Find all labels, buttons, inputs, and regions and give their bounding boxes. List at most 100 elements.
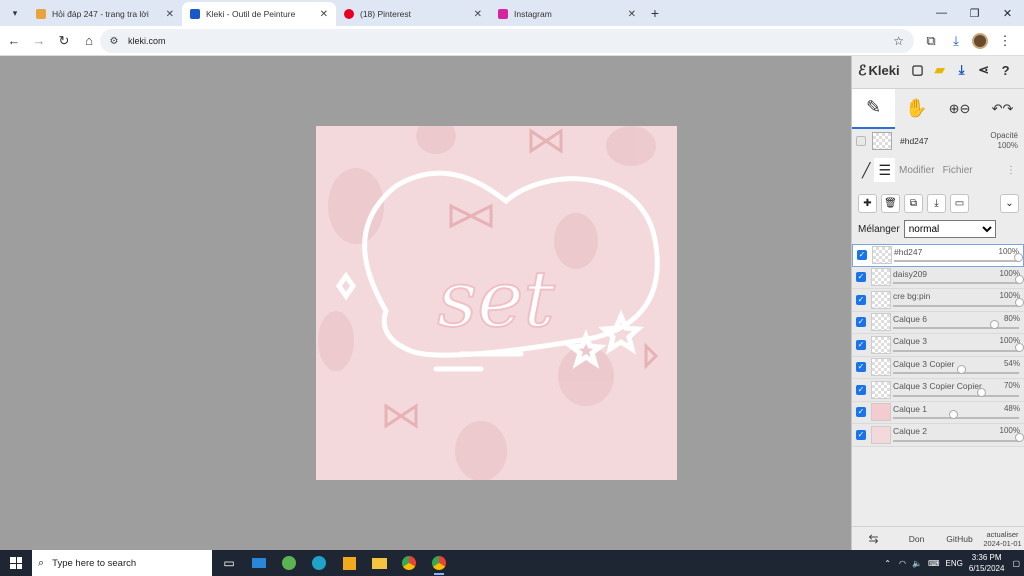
extensions-icon[interactable]: ⧉ [919, 29, 943, 53]
bookmark-star-icon[interactable]: ☆ [893, 34, 904, 48]
store-app-icon[interactable] [334, 550, 364, 576]
downloads-icon[interactable]: ⤓ [944, 29, 968, 53]
new-image-icon[interactable]: ▢ [908, 60, 928, 80]
layer-visibility-checkbox[interactable]: ✓ [857, 250, 867, 261]
layer-menu-chevron-down-icon[interactable]: ⌄ [1000, 193, 1019, 213]
delete-layer-icon[interactable]: 🗑 [881, 193, 900, 213]
layer-visibility-checkbox[interactable]: ✓ [856, 339, 866, 350]
task-view-icon[interactable]: ▭ [214, 550, 244, 576]
github-link[interactable]: GitHub [938, 534, 981, 544]
undo-redo-icon[interactable]: ↶↷ [981, 89, 1024, 129]
forward-button[interactable]: → [27, 29, 51, 53]
lock-checkbox[interactable] [856, 136, 866, 146]
layer-visibility-checkbox[interactable]: ✓ [856, 317, 866, 328]
slider-handle[interactable] [989, 320, 999, 329]
brush-panel-tab-icon[interactable]: ╱ [858, 158, 874, 182]
blend-mode-select[interactable]: normal [903, 220, 996, 238]
tab-modifier[interactable]: Modifier [895, 158, 939, 182]
swap-panel-icon[interactable]: ⇆ [852, 532, 895, 546]
layer-visibility-checkbox[interactable]: ✓ [856, 429, 866, 440]
layer-visibility-checkbox[interactable]: ✓ [856, 384, 866, 395]
profile-avatar[interactable] [972, 33, 988, 49]
layer-row[interactable]: ✓ Calque 3 Copier Copier 70% [852, 379, 1024, 402]
save-download-icon[interactable]: ⤓ [952, 60, 972, 80]
hand-tool-icon[interactable]: ✋ [895, 89, 938, 129]
slider-handle[interactable] [949, 410, 959, 419]
layer-visibility-checkbox[interactable]: ✓ [856, 407, 866, 418]
close-tab-icon[interactable]: ✕ [166, 9, 174, 20]
wifi-icon[interactable]: ◠ [899, 559, 906, 568]
slider-handle[interactable] [977, 387, 987, 397]
game-app-icon[interactable] [274, 550, 304, 576]
layer-row[interactable]: ✓ #hd247 100% [852, 244, 1024, 267]
layer-row[interactable]: ✓ Calque 2 100% [852, 424, 1024, 447]
slider-handle[interactable] [1015, 432, 1024, 442]
more-options-icon[interactable]: ⋮ [1002, 158, 1020, 182]
restore-button[interactable]: ❐ [958, 0, 991, 26]
reload-button[interactable]: ↻ [52, 29, 76, 53]
browser-tab-instagram[interactable]: Instagram ✕ [490, 2, 644, 26]
slider-handle[interactable] [1015, 297, 1024, 307]
layer-row[interactable]: ✓ Calque 3 Copier 54% [852, 356, 1024, 379]
site-info-icon[interactable]: ⚙ [106, 34, 122, 48]
close-window-button[interactable]: ✕ [991, 0, 1024, 26]
add-layer-icon[interactable]: ✚ [858, 193, 877, 213]
address-bar[interactable]: ⚙ kleki.com ☆ [100, 29, 914, 53]
merge-down-icon[interactable]: ⤓ [927, 193, 946, 213]
drawing-canvas[interactable]: set [316, 126, 677, 480]
browser-menu-icon[interactable]: ⋮ [993, 29, 1017, 53]
zoom-in-out-icon[interactable]: ⊕⊖ [938, 89, 981, 129]
notifications-icon[interactable]: ▢ [1012, 559, 1020, 568]
layer-visibility-checkbox[interactable]: ✓ [856, 294, 866, 305]
share-icon[interactable]: ⋖ [974, 60, 994, 80]
layer-opacity-slider[interactable] [893, 387, 1019, 397]
layer-row[interactable]: ✓ Calque 1 48% [852, 401, 1024, 424]
slider-handle[interactable] [1014, 252, 1023, 262]
clock[interactable]: 3:36 PM 6/15/2024 [969, 552, 1005, 574]
mail-app-icon[interactable] [244, 550, 274, 576]
layer-opacity-slider[interactable] [893, 365, 1019, 374]
tab-search-button[interactable]: ▾ [4, 2, 26, 24]
layer-visibility-checkbox[interactable]: ✓ [856, 362, 866, 373]
layers-panel-tab-icon[interactable]: ☰ [874, 158, 895, 182]
keyboard-icon[interactable]: ⌨ [928, 559, 940, 568]
layer-opacity-slider[interactable] [893, 297, 1024, 307]
rename-layer-icon[interactable]: ▭ [950, 193, 969, 213]
taskbar-search[interactable]: ⌕ Type here to search [32, 550, 212, 576]
language-indicator[interactable]: ENG [946, 559, 963, 568]
tab-fichier[interactable]: Fichier [939, 158, 977, 182]
layer-visibility-checkbox[interactable]: ✓ [856, 272, 866, 283]
update-info[interactable]: actualiser 2024-01-01 [981, 530, 1024, 548]
close-tab-icon[interactable]: ✕ [474, 9, 482, 20]
layer-row[interactable]: ✓ Calque 3 100% [852, 334, 1024, 357]
duplicate-layer-icon[interactable]: ⧉ [904, 193, 923, 213]
slider-handle[interactable] [1015, 342, 1024, 352]
layer-opacity-slider[interactable] [893, 342, 1024, 352]
open-folder-icon[interactable]: ▰ [930, 60, 950, 80]
file-explorer-icon[interactable] [364, 550, 394, 576]
help-icon[interactable]: ? [996, 60, 1016, 80]
start-button[interactable] [0, 550, 32, 576]
brush-tool-icon[interactable]: ✎ [852, 88, 895, 129]
chrome-profile-app-icon[interactable] [424, 550, 454, 576]
slider-handle[interactable] [957, 365, 967, 374]
back-button[interactable]: ← [2, 29, 26, 53]
layer-row[interactable]: ✓ daisy209 100% [852, 266, 1024, 289]
browser-tab-kleki[interactable]: Kleki - Outil de Peinture ✕ [182, 2, 336, 26]
new-tab-button[interactable]: + [644, 2, 666, 24]
browser-tab-pinterest[interactable]: (18) Pinterest ✕ [336, 2, 490, 26]
donate-link[interactable]: Don [895, 534, 938, 544]
layer-opacity-slider[interactable] [893, 320, 1019, 329]
layer-row[interactable]: ✓ cre bg:pin 100% [852, 289, 1024, 312]
slider-handle[interactable] [1015, 275, 1024, 284]
close-tab-icon[interactable]: ✕ [628, 9, 636, 20]
layer-opacity-slider[interactable] [893, 275, 1024, 284]
browser-tab-hoidap[interactable]: Hỏi đáp 247 - trang tra lời ✕ [28, 2, 182, 26]
chrome-app-icon[interactable] [394, 550, 424, 576]
volume-icon[interactable]: 🔈 [912, 559, 922, 568]
edge-browser-icon[interactable] [304, 550, 334, 576]
minimize-button[interactable]: — [925, 0, 958, 26]
tray-chevron-up-icon[interactable]: ⌃ [884, 559, 891, 568]
layer-opacity-slider[interactable] [894, 252, 1023, 262]
layer-opacity-slider[interactable] [893, 410, 1019, 419]
